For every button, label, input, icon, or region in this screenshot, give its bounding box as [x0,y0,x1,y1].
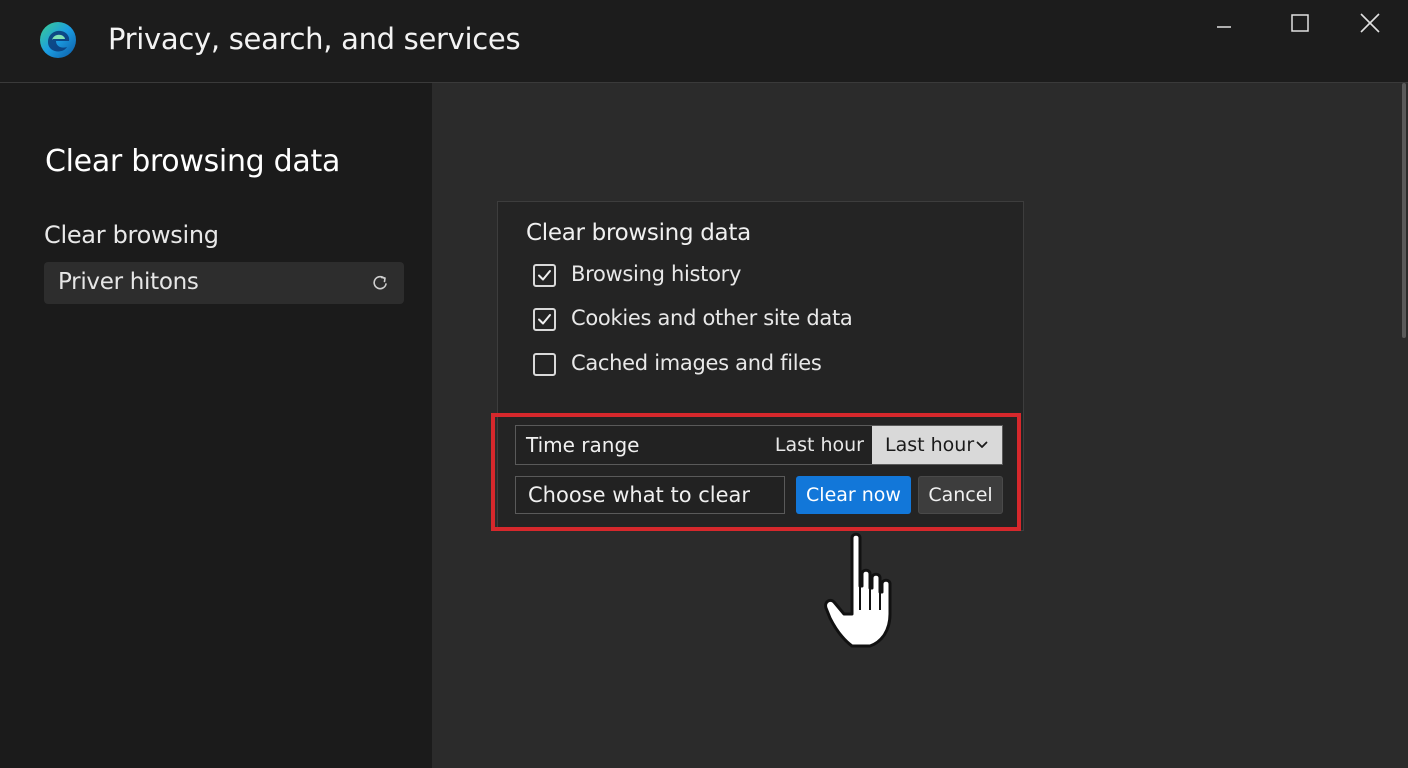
option-label: Browsing history [571,262,742,286]
browsing-history-checkbox[interactable] [533,264,556,287]
window-title: Privacy, search, and services [108,22,521,56]
clear-now-button[interactable]: Clear now [796,476,911,514]
option-cached-images[interactable]: Cached images and files [533,351,953,381]
sidebar-subheading: Clear browsing [44,221,219,249]
option-cookies[interactable]: Cookies and other site data [533,306,953,336]
time-range-value: Last hour [774,434,864,456]
sidebar-item-label: Priver hitons [58,269,199,295]
checkmark-icon [538,270,551,281]
maximize-button[interactable] [1278,8,1322,38]
minimize-button[interactable] [1202,8,1246,38]
checkmark-icon [538,314,551,325]
maximize-icon [1291,14,1309,32]
cancel-button[interactable]: Cancel [918,476,1003,514]
scrollbar[interactable] [1402,83,1406,338]
option-browsing-history[interactable]: Browsing history [533,262,953,292]
cached-images-checkbox[interactable] [533,353,556,376]
time-range-row: Time range Last hour Last hour [515,425,1003,465]
cookies-checkbox[interactable] [533,308,556,331]
close-button[interactable] [1348,8,1392,38]
chevron-down-icon [976,441,988,448]
close-icon [1360,13,1380,33]
sidebar: Clear browsing data Clear browsing Prive… [0,83,432,768]
time-range-selected: Last hour [885,434,975,456]
dialog-title: Clear browsing data [526,220,751,246]
sidebar-heading: Clear browsing data [45,144,341,179]
option-label: Cookies and other site data [571,306,853,330]
time-range-dropdown[interactable]: Last hour [872,426,1002,464]
sidebar-item[interactable]: Priver hitons [44,262,404,304]
edge-logo-icon [40,22,76,58]
choose-what-to-clear-field[interactable]: Choose what to clear [515,476,785,514]
time-range-label: Time range [526,433,640,457]
hand-pointer-icon [824,532,892,648]
minimize-icon [1217,26,1231,28]
refresh-icon[interactable] [370,273,390,293]
title-bar: Privacy, search, and services [0,0,1408,83]
option-label: Cached images and files [571,351,822,375]
choose-what-to-clear-label: Choose what to clear [528,483,751,507]
